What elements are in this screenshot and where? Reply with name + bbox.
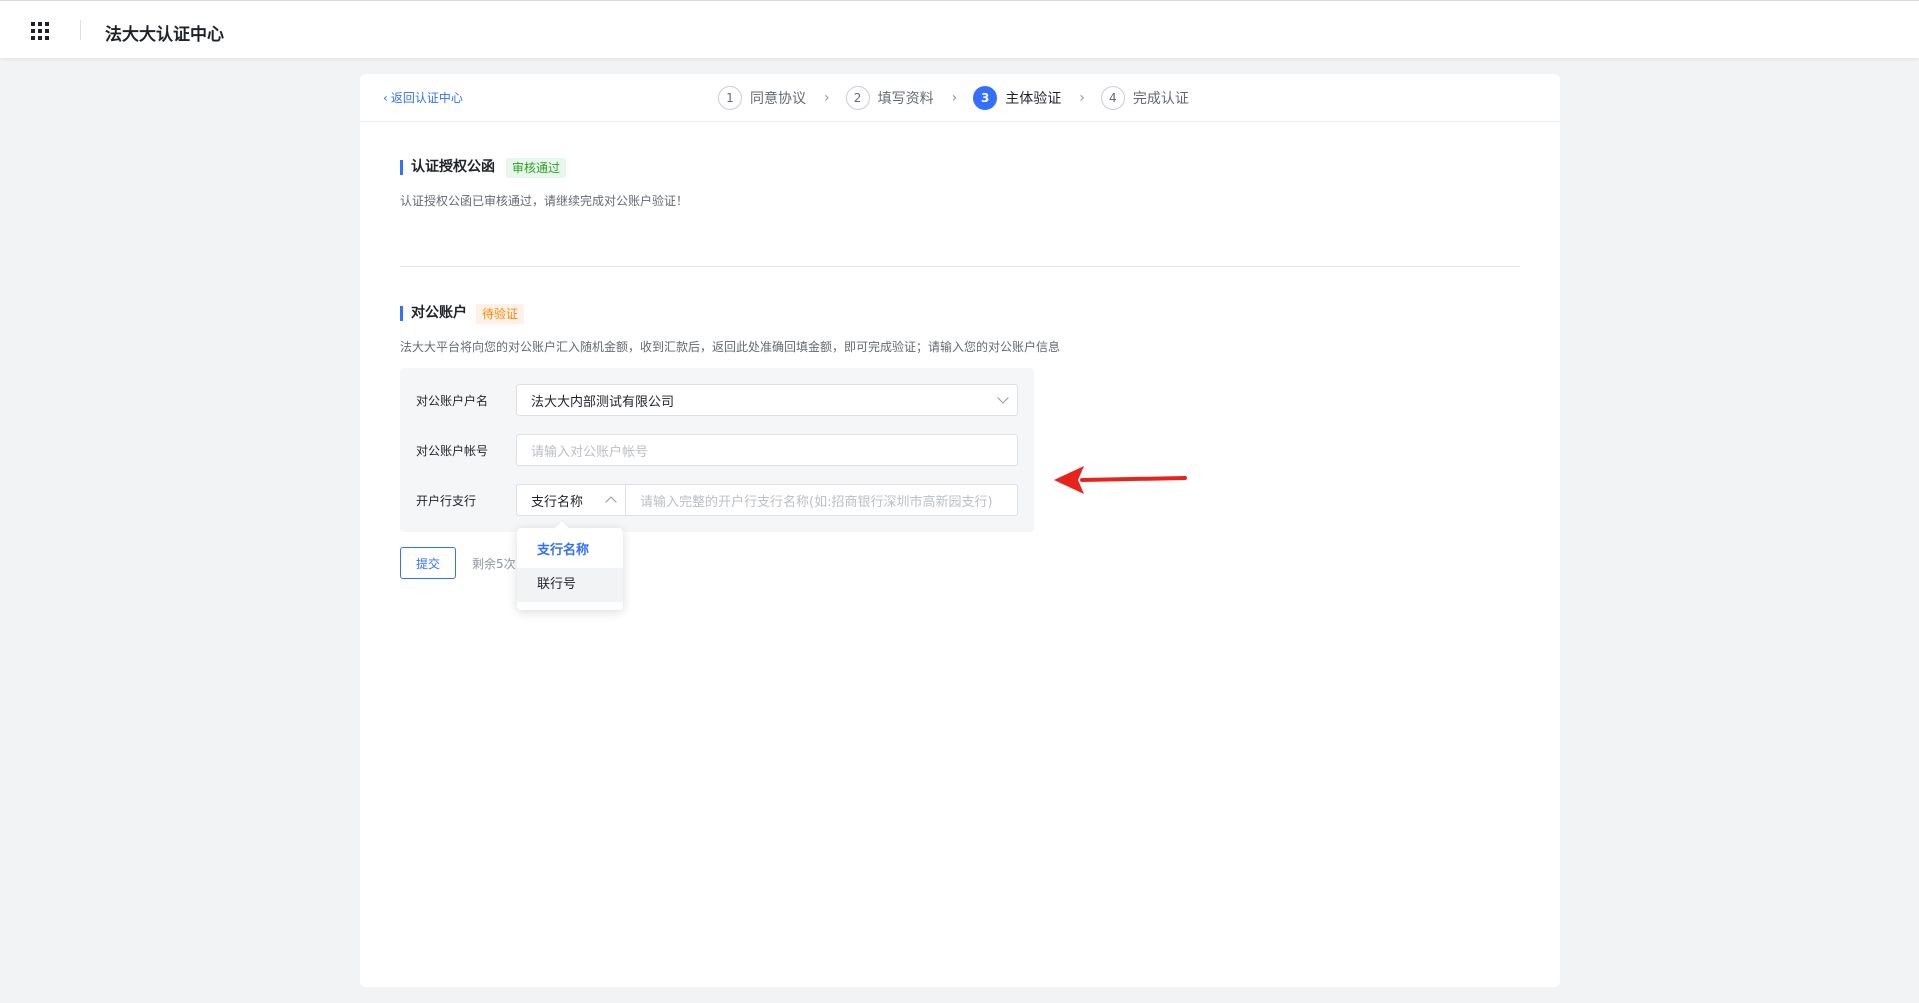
step-number: 3 <box>973 86 998 110</box>
account-number-label: 对公账户帐号 <box>416 444 489 458</box>
chevron-left-icon: ‹ <box>383 91 388 105</box>
step-4: 4 完成认证 <box>1100 86 1189 110</box>
dropdown-option-branch-name[interactable]: 支行名称 <box>517 534 623 568</box>
account-number-placeholder: 请输入对公账户帐号 <box>531 444 649 460</box>
step-label: 填写资料 <box>877 91 934 107</box>
account-name-select[interactable]: 法大大内部测试有限公司 <box>516 384 1018 416</box>
top-bar: 法大大认证中心 <box>0 0 1919 58</box>
card-header: ‹ 返回认证中心 1 同意协议 › 2 填写资料 › 3 主体验证 › 4 完成认… <box>360 74 1560 122</box>
auth-letter-title: 认证授权公函 <box>400 160 495 175</box>
account-name-value: 法大大内部测试有限公司 <box>531 394 675 410</box>
steps-indicator: 1 同意协议 › 2 填写资料 › 3 主体验证 › 4 完成认证 <box>718 85 1189 111</box>
chevron-right-icon: › <box>951 90 958 106</box>
app-title: 法大大认证中心 <box>105 25 224 45</box>
account-name-label: 对公账户户名 <box>416 394 489 408</box>
back-link[interactable]: ‹ 返回认证中心 <box>383 89 463 106</box>
auth-letter-desc: 认证授权公函已审核通过，请继续完成对公账户验证！ <box>400 194 689 208</box>
branch-label: 开户行支行 <box>416 494 477 508</box>
apps-grid-icon[interactable] <box>31 22 49 40</box>
chevron-down-icon <box>997 392 1009 404</box>
dropdown-option-bank-code[interactable]: 联行号 <box>517 568 623 602</box>
status-badge: 审核通过 <box>506 158 567 178</box>
submit-button[interactable]: 提交 <box>400 547 456 579</box>
step-label: 主体验证 <box>1005 91 1062 107</box>
chevron-right-icon: › <box>1079 90 1085 106</box>
annotation-arrow-icon <box>1054 466 1187 494</box>
account-form: 对公账户户名 法大大内部测试有限公司 对公账户帐号 请输入对公账户帐号 开户行支… <box>400 368 1034 532</box>
chevron-right-icon: › <box>824 90 830 106</box>
branch-type-dropdown: 支行名称 联行号 <box>517 520 623 610</box>
step-label: 完成认证 <box>1132 91 1189 107</box>
step-number: 1 <box>718 86 742 110</box>
step-number: 4 <box>1100 86 1125 110</box>
back-link-label: 返回认证中心 <box>390 91 463 105</box>
account-title: 对公账户 <box>400 306 467 321</box>
branch-name-input[interactable]: 请输入完整的开户行支行名称(如:招商银行深圳市高新园支行) <box>625 484 1018 516</box>
chevron-up-icon <box>605 496 617 508</box>
step-1: 1 同意协议 <box>718 86 806 110</box>
section-divider <box>400 266 1520 267</box>
branch-type-value: 支行名称 <box>531 494 584 510</box>
remaining-attempts: 剩余5次 <box>472 557 516 571</box>
step-number: 2 <box>845 86 870 110</box>
account-number-input[interactable]: 请输入对公账户帐号 <box>516 434 1018 466</box>
branch-name-placeholder: 请输入完整的开户行支行名称(如:招商银行深圳市高新园支行) <box>640 494 993 510</box>
branch-type-select[interactable]: 支行名称 <box>516 484 626 516</box>
status-badge: 待验证 <box>476 304 525 324</box>
account-desc: 法大大平台将向您的对公账户汇入随机金额，收到汇款后，返回此处准确回填金额，即可完… <box>400 340 1061 354</box>
step-3: 3 主体验证 <box>973 86 1061 110</box>
step-2: 2 填写资料 <box>845 86 934 110</box>
step-label: 同意协议 <box>750 91 806 107</box>
topbar-divider <box>80 20 81 40</box>
main-card: ‹ 返回认证中心 1 同意协议 › 2 填写资料 › 3 主体验证 › 4 完成认… <box>360 74 1560 987</box>
